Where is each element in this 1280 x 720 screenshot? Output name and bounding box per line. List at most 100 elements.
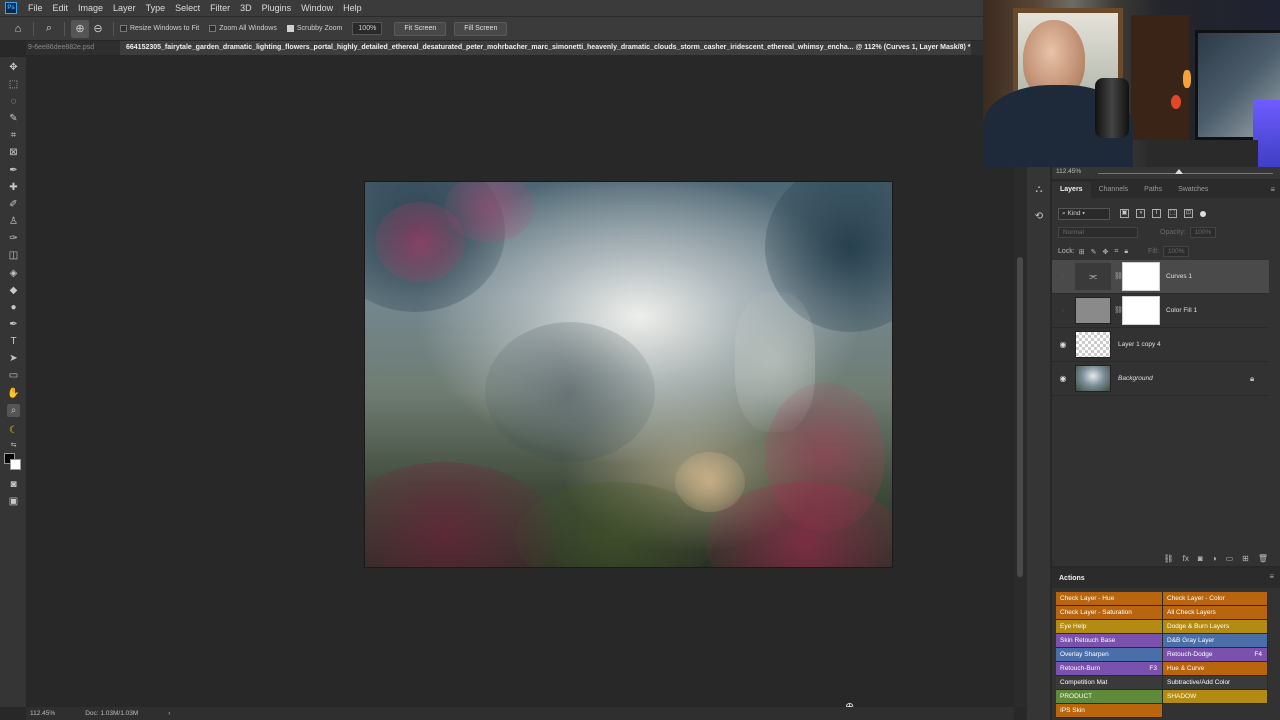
- document-tab-inactive[interactable]: 9-6ee86dee882e.psd: [26, 41, 120, 55]
- panel-menu-icon[interactable]: ≡: [1269, 572, 1274, 581]
- default-colors-icon[interactable]: ⇆: [7, 439, 20, 452]
- action-button[interactable]: Check Layer - Hue: [1056, 592, 1163, 606]
- crop-tool-icon[interactable]: ⌗: [7, 129, 20, 142]
- action-button[interactable]: Retouch-Burn F3: [1056, 662, 1163, 676]
- type-tool-icon[interactable]: T: [7, 335, 20, 348]
- menu-edit[interactable]: Edit: [48, 3, 74, 13]
- layer-row-layer1-copy4[interactable]: ◉ Layer 1 copy 4: [1052, 328, 1269, 362]
- blend-mode-select[interactable]: Normal: [1058, 227, 1138, 238]
- paint-bucket-tool-icon[interactable]: ◈: [7, 267, 20, 280]
- panel-menu-icon[interactable]: ≡: [1270, 182, 1275, 198]
- visibility-eye-icon[interactable]: ◉: [1058, 374, 1068, 384]
- menu-image[interactable]: Image: [73, 3, 108, 13]
- dodge-tool-icon[interactable]: ●: [7, 301, 20, 314]
- action-button[interactable]: Subtractive/Add Color: [1163, 676, 1268, 690]
- menu-layer[interactable]: Layer: [108, 3, 141, 13]
- fit-screen-button[interactable]: Fit Screen: [394, 21, 447, 36]
- history-brush-tool-icon[interactable]: ✑: [7, 232, 20, 245]
- action-button[interactable]: All Check Layers: [1163, 606, 1268, 620]
- eraser-tool-icon[interactable]: ◫: [7, 249, 20, 262]
- action-button[interactable]: PRODUCT: [1056, 690, 1163, 704]
- brush-tool-icon[interactable]: ✐: [7, 198, 20, 211]
- scrollbar-thumb[interactable]: [1017, 257, 1023, 577]
- layer-name[interactable]: Background: [1118, 375, 1153, 382]
- layer-row-color-fill[interactable]: ▫ ⛓ Color Fill 1: [1052, 294, 1269, 328]
- status-menu-arrow[interactable]: ›: [168, 710, 170, 717]
- lock-transparent-icon[interactable]: ⊞: [1079, 248, 1085, 256]
- zoom-tool-preset-icon[interactable]: ⌕: [40, 20, 58, 38]
- zoom-tool-icon[interactable]: ⌕: [7, 404, 20, 417]
- document-tab-active[interactable]: 664152305_fairytale_garden_dramatic_ligh…: [120, 41, 971, 55]
- screen-mode-icon[interactable]: ▣: [7, 495, 20, 508]
- action-button[interactable]: IPS Skin: [1056, 704, 1163, 718]
- frame-tool-icon[interactable]: ⊠: [7, 146, 20, 159]
- zoom-out-icon[interactable]: ⊖: [89, 20, 107, 38]
- menu-plugins[interactable]: Plugins: [257, 3, 297, 13]
- menu-type[interactable]: Type: [141, 3, 171, 13]
- home-icon[interactable]: ⌂: [9, 20, 27, 38]
- rectangle-tool-icon[interactable]: ▭: [7, 369, 20, 382]
- filter-toggle-icon[interactable]: [1200, 210, 1206, 217]
- layer-row-background[interactable]: ◉ Background 🔒︎: [1052, 362, 1269, 396]
- eyedropper-tool-icon[interactable]: ✒: [7, 164, 20, 177]
- tab-swatches[interactable]: Swatches: [1170, 182, 1216, 198]
- fill-field[interactable]: 100%: [1162, 246, 1189, 257]
- action-button[interactable]: Hue & Curve: [1163, 662, 1268, 676]
- filter-shape-icon[interactable]: ⬚: [1168, 209, 1177, 218]
- quick-select-tool-icon[interactable]: ✎: [7, 112, 20, 125]
- path-selection-tool-icon[interactable]: ➤: [7, 352, 20, 365]
- action-button[interactable]: SHADOW: [1163, 690, 1268, 704]
- banana-icon[interactable]: ☾: [7, 424, 20, 437]
- hand-tool-icon[interactable]: ✋: [7, 387, 20, 400]
- resize-windows-checkbox[interactable]: Resize Windows to Fit: [120, 25, 199, 32]
- zoom-all-windows-checkbox[interactable]: Zoom All Windows: [209, 25, 277, 32]
- navigator-slider-knob[interactable]: [1175, 169, 1183, 174]
- action-button[interactable]: Eye Help: [1056, 620, 1163, 634]
- delete-layer-icon[interactable]: 🗑︎: [1258, 554, 1268, 563]
- layer-style-icon[interactable]: fx: [1183, 554, 1189, 563]
- lock-artboard-icon[interactable]: ⌗: [1114, 248, 1118, 256]
- fairytale-garden-artwork[interactable]: [365, 182, 892, 567]
- layer-name[interactable]: Color Fill 1: [1166, 307, 1197, 314]
- scrubby-zoom-checkbox[interactable]: Scrubby Zoom: [286, 25, 342, 32]
- layer-mask-thumbnail[interactable]: [1122, 296, 1160, 325]
- marquee-tool-icon[interactable]: ⬚: [7, 78, 20, 91]
- navigator-zoom[interactable]: 112.45%: [1056, 168, 1081, 175]
- lock-position-icon[interactable]: ✥: [1102, 248, 1108, 256]
- adjustments-panel-icon[interactable]: ⛬: [1032, 183, 1046, 197]
- filter-pixel-icon[interactable]: ▣: [1120, 209, 1129, 218]
- new-adjustment-icon[interactable]: ◑: [1212, 554, 1217, 563]
- navigator-zoom-slider[interactable]: [1098, 173, 1273, 174]
- actions-panel-title[interactable]: Actions: [1052, 569, 1280, 588]
- zoom-in-icon[interactable]: ⊕: [71, 19, 89, 38]
- tab-paths[interactable]: Paths: [1136, 182, 1170, 198]
- menu-3d[interactable]: 3D: [235, 3, 257, 13]
- action-button[interactable]: Skin Retouch Base: [1056, 634, 1163, 648]
- filter-adjustment-icon[interactable]: ◑: [1136, 209, 1145, 218]
- menu-filter[interactable]: Filter: [205, 3, 235, 13]
- layer-mask-thumbnail[interactable]: [1122, 262, 1160, 291]
- visibility-eye-icon[interactable]: ◉: [1058, 340, 1068, 350]
- move-tool-icon[interactable]: ✥: [7, 61, 20, 74]
- layer-name[interactable]: Curves 1: [1166, 273, 1192, 280]
- action-button[interactable]: Overlay Sharpen: [1056, 648, 1163, 662]
- new-group-icon[interactable]: ▭: [1226, 554, 1234, 563]
- tab-layers[interactable]: Layers: [1052, 182, 1091, 198]
- action-button[interactable]: D&B Gray Layer: [1163, 634, 1268, 648]
- action-button[interactable]: Competition Mat: [1056, 676, 1163, 690]
- filter-smart-object-icon[interactable]: ⊡: [1184, 209, 1193, 218]
- filter-kind-select[interactable]: ⌕ Kind ▾: [1058, 207, 1110, 220]
- clone-stamp-tool-icon[interactable]: ♙: [7, 215, 20, 228]
- pen-tool-icon[interactable]: ✒: [7, 318, 20, 331]
- lock-paint-icon[interactable]: ✎: [1091, 248, 1097, 256]
- link-layers-icon[interactable]: ⛓: [1164, 554, 1174, 563]
- quick-mask-icon[interactable]: ◙: [7, 478, 20, 491]
- tab-channels[interactable]: Channels: [1091, 182, 1137, 198]
- action-button[interactable]: Dodge & Burn Layers: [1163, 620, 1268, 634]
- action-button[interactable]: Check Layer - Color: [1163, 592, 1268, 606]
- action-button[interactable]: Retouch-Dodge F4: [1163, 648, 1268, 662]
- opacity-field[interactable]: 100%: [1189, 227, 1216, 238]
- lasso-tool-icon[interactable]: ◌: [7, 95, 20, 108]
- menu-window[interactable]: Window: [296, 3, 338, 13]
- healing-brush-tool-icon[interactable]: ✚: [7, 181, 20, 194]
